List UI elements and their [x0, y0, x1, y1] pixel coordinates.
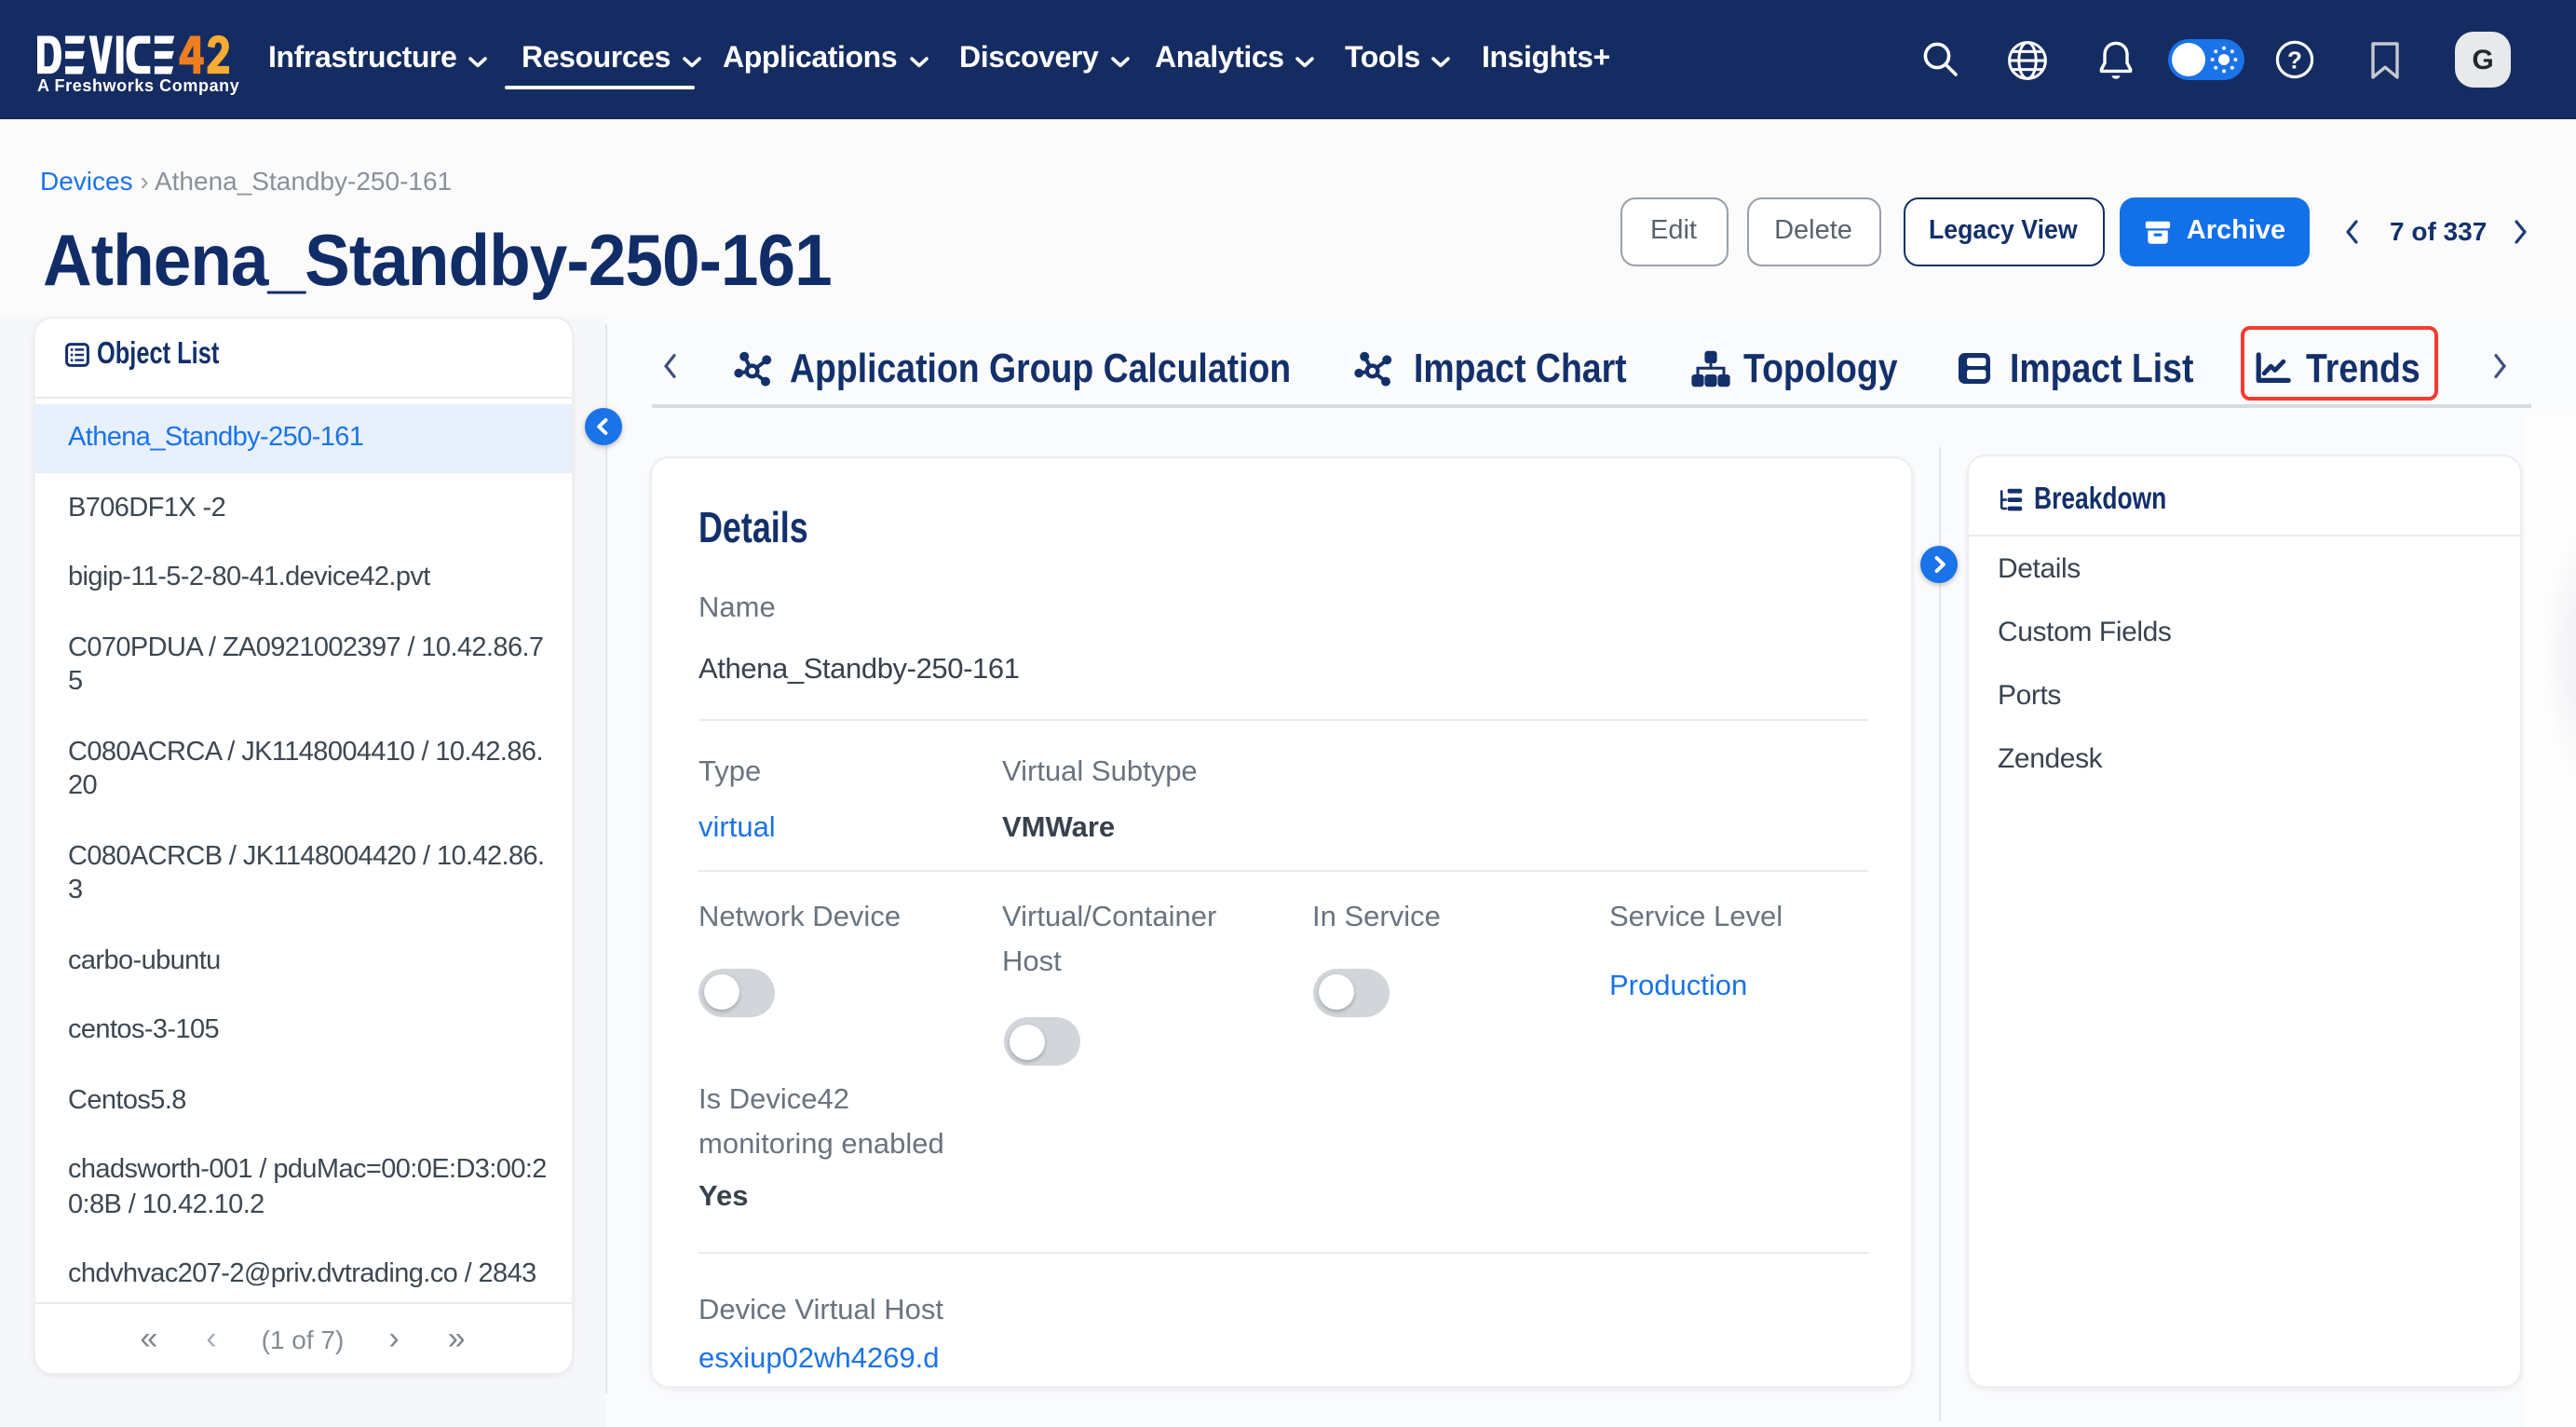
- svg-text:?: ?: [2287, 46, 2302, 74]
